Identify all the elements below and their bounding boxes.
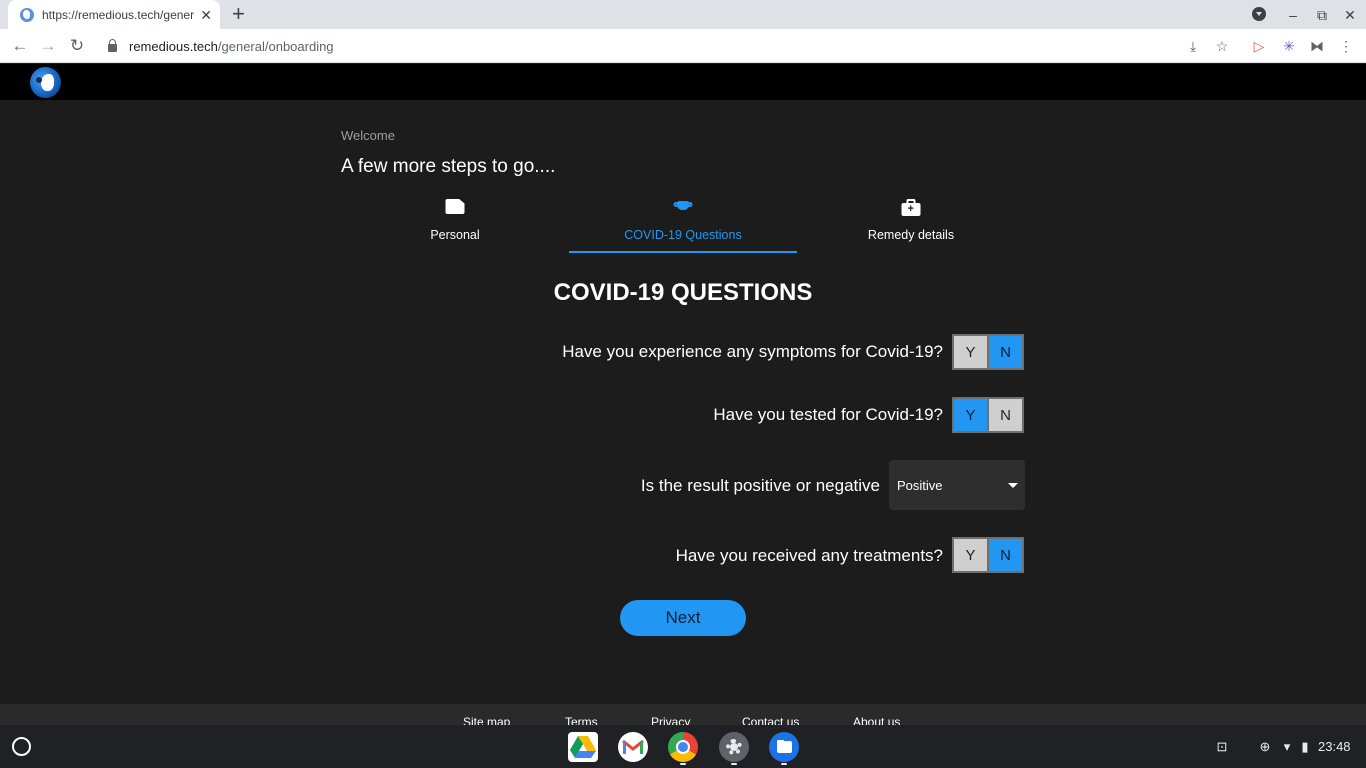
remedious-logo-icon[interactable]: [30, 67, 61, 98]
wifi-icon[interactable]: ▾: [1279, 739, 1295, 755]
tested-yn-toggle: Y N: [952, 397, 1024, 433]
system-clock[interactable]: 23:48: [1318, 739, 1351, 754]
site-favicon-icon: [20, 7, 34, 22]
medical-kit-icon: +: [901, 199, 921, 216]
section-title: COVID-19 QUESTIONS: [553, 279, 813, 306]
chrome-icon[interactable]: [668, 732, 698, 762]
url-host: remedious.tech: [129, 38, 218, 54]
symptoms-yn-toggle: Y N: [952, 334, 1024, 370]
result-select[interactable]: Positive: [889, 460, 1025, 510]
welcome-label: Welcome: [341, 128, 395, 143]
new-tab-button[interactable]: +: [232, 3, 245, 25]
mask-icon: [673, 199, 693, 212]
next-button[interactable]: Next: [620, 600, 746, 636]
treatments-no-button[interactable]: N: [988, 538, 1023, 572]
browser-toolbar: ← → ↻ remedious.tech/general/onboarding …: [0, 29, 1366, 63]
google-drive-icon[interactable]: [568, 732, 598, 762]
tab-personal[interactable]: Personal: [341, 195, 569, 253]
footer-link-about-us[interactable]: About us: [853, 715, 900, 725]
question-symptoms-label: Have you experience any symptoms for Cov…: [562, 342, 943, 361]
reload-icon[interactable]: ↻: [68, 37, 86, 55]
extension-icon[interactable]: ✳: [1281, 38, 1297, 54]
lock-icon[interactable]: [108, 39, 117, 52]
bookmark-star-icon[interactable]: ☆: [1214, 38, 1230, 54]
onboarding-page: Welcome A few more steps to go.... Perso…: [0, 100, 1366, 704]
treatments-yes-button[interactable]: Y: [953, 538, 988, 572]
page-title: A few more steps to go....: [341, 156, 556, 177]
add-tray-icon[interactable]: ⊕: [1257, 739, 1273, 755]
gmail-icon[interactable]: [618, 732, 648, 762]
site-footer: Site map Terms Privacy Contact us About …: [0, 704, 1366, 725]
tested-yes-button[interactable]: Y: [953, 398, 988, 432]
files-icon[interactable]: [769, 732, 799, 762]
url-path: /general/onboarding: [217, 38, 334, 54]
files-running-indicator: [781, 763, 787, 765]
battery-icon[interactable]: ▮: [1297, 739, 1313, 755]
symptoms-no-button[interactable]: N: [988, 335, 1023, 369]
footer-link-privacy[interactable]: Privacy: [651, 715, 690, 725]
tab-covid-questions[interactable]: COVID-19 Questions: [569, 195, 797, 253]
footer-link-site-map[interactable]: Site map: [463, 715, 510, 725]
tab-remedy-details[interactable]: + Remedy details: [797, 195, 1025, 253]
tab-personal-label: Personal: [430, 228, 480, 242]
tab-search-icon[interactable]: [1252, 7, 1266, 21]
tab-close-icon[interactable]: ✕: [200, 8, 212, 22]
browser-menu-icon[interactable]: ⋮: [1338, 38, 1354, 54]
card-icon: [445, 199, 465, 214]
symptoms-yes-button[interactable]: Y: [953, 335, 988, 369]
forward-icon[interactable]: →: [39, 37, 57, 55]
back-icon[interactable]: ←: [11, 37, 29, 55]
tab-covid-questions-label: COVID-19 Questions: [624, 228, 742, 242]
browser-tab[interactable]: https://remedious.tech/general/onboardin…: [8, 0, 220, 29]
window-close-icon[interactable]: ✕: [1341, 6, 1359, 24]
screenshot-tray-icon[interactable]: ⊡: [1214, 739, 1230, 755]
treatments-yn-toggle: Y N: [952, 537, 1024, 573]
dropdown-caret-icon: [1008, 482, 1018, 488]
cast-extension-icon[interactable]: ▷: [1251, 38, 1267, 54]
os-shelf: ⊡ ⊕ ▾ ▮ 23:48: [0, 725, 1366, 768]
extensions-puzzle-icon[interactable]: ⧓: [1309, 38, 1325, 54]
launcher-icon[interactable]: [12, 737, 31, 756]
minimize-icon[interactable]: –: [1284, 6, 1302, 24]
footer-link-contact-us[interactable]: Contact us: [742, 715, 799, 725]
tab-title: https://remedious.tech/general/onboardin…: [42, 7, 195, 22]
onboarding-steps: Personal COVID-19 Questions + Remedy det…: [341, 195, 1025, 253]
settings-icon[interactable]: [719, 732, 749, 762]
tested-no-button[interactable]: N: [988, 398, 1023, 432]
question-result-label: Is the result positive or negative: [640, 476, 880, 495]
browser-tab-strip: https://remedious.tech/general/onboardin…: [0, 0, 1366, 29]
install-icon[interactable]: ⤓: [1185, 38, 1201, 54]
tab-remedy-details-label: Remedy details: [867, 228, 955, 242]
footer-link-terms[interactable]: Terms: [565, 715, 598, 725]
restore-icon[interactable]: ⧉: [1313, 6, 1331, 24]
address-bar[interactable]: remedious.tech/general/onboarding: [98, 32, 1240, 60]
result-select-value: Positive: [897, 477, 943, 493]
chrome-running-indicator: [680, 763, 686, 765]
question-treatments-label: Have you received any treatments?: [675, 546, 943, 565]
settings-running-indicator: [731, 763, 737, 765]
question-tested-label: Have you tested for Covid-19?: [713, 405, 943, 424]
app-header: [0, 64, 1366, 100]
